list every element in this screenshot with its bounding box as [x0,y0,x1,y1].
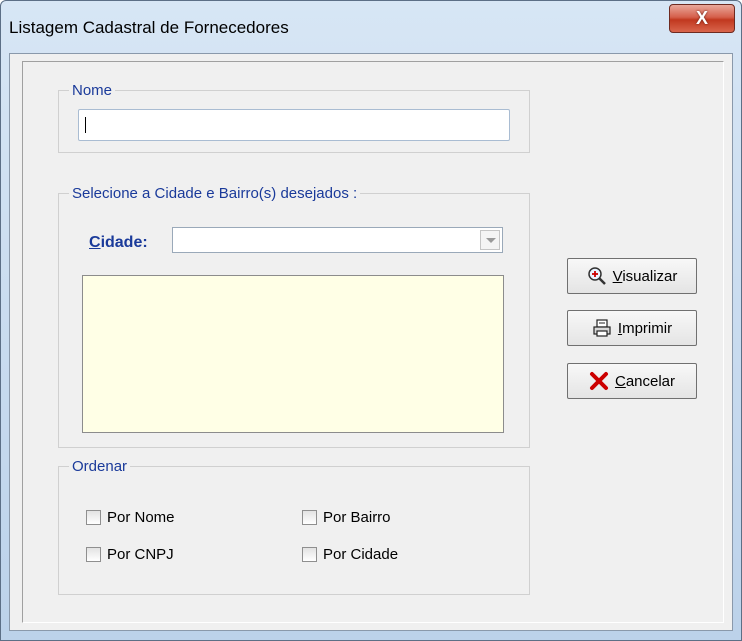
checkbox-label: Por Nome [107,508,175,526]
cidade-select[interactable] [172,227,503,253]
title-bar[interactable]: Listagem Cadastral de Fornecedores X [1,1,741,53]
checkbox-por-cidade[interactable]: Por Cidade [302,544,398,564]
dialog-window: Listagem Cadastral de Fornecedores X Nom… [0,0,742,641]
checkbox-label: Por Cidade [323,545,399,563]
checkbox-box[interactable] [302,546,317,562]
ordenar-legend: Ordenar [72,458,128,475]
cancelar-button[interactable]: Cancelar [567,363,697,399]
nome-input[interactable] [78,109,510,141]
imprimir-button[interactable]: Imprimir [567,310,697,346]
checkbox-label: Por CNPJ [107,545,174,563]
chevron-down-icon[interactable] [480,230,500,250]
checkbox-label: Por Bairro [323,508,391,526]
text-cursor [85,117,86,133]
checkbox-box[interactable] [86,546,101,562]
cidade-label: Cidade: [89,234,148,251]
cidade-bairro-legend: Selecione a Cidade e Bairro(s) desejados… [72,185,358,202]
red-x-icon [589,371,609,391]
cancelar-label: Cancelar [614,372,676,390]
checkbox-por-bairro[interactable]: Por Bairro [302,507,391,527]
visualizar-button[interactable]: Visualizar [567,258,697,294]
imprimir-label: Imprimir [617,319,673,337]
printer-icon [592,318,612,338]
bairros-list[interactable] [82,275,504,433]
close-button[interactable]: X [669,4,735,33]
checkbox-box[interactable] [302,509,317,525]
checkbox-por-nome[interactable]: Por Nome [86,507,175,527]
checkbox-box[interactable] [86,509,101,525]
zoom-in-icon [587,266,607,286]
close-icon: X [695,8,708,28]
window-title: Listagem Cadastral de Fornecedores [9,18,289,37]
nome-legend: Nome [72,82,113,99]
visualizar-label: Visualizar [612,267,678,285]
checkbox-por-cnpj[interactable]: Por CNPJ [86,544,174,564]
